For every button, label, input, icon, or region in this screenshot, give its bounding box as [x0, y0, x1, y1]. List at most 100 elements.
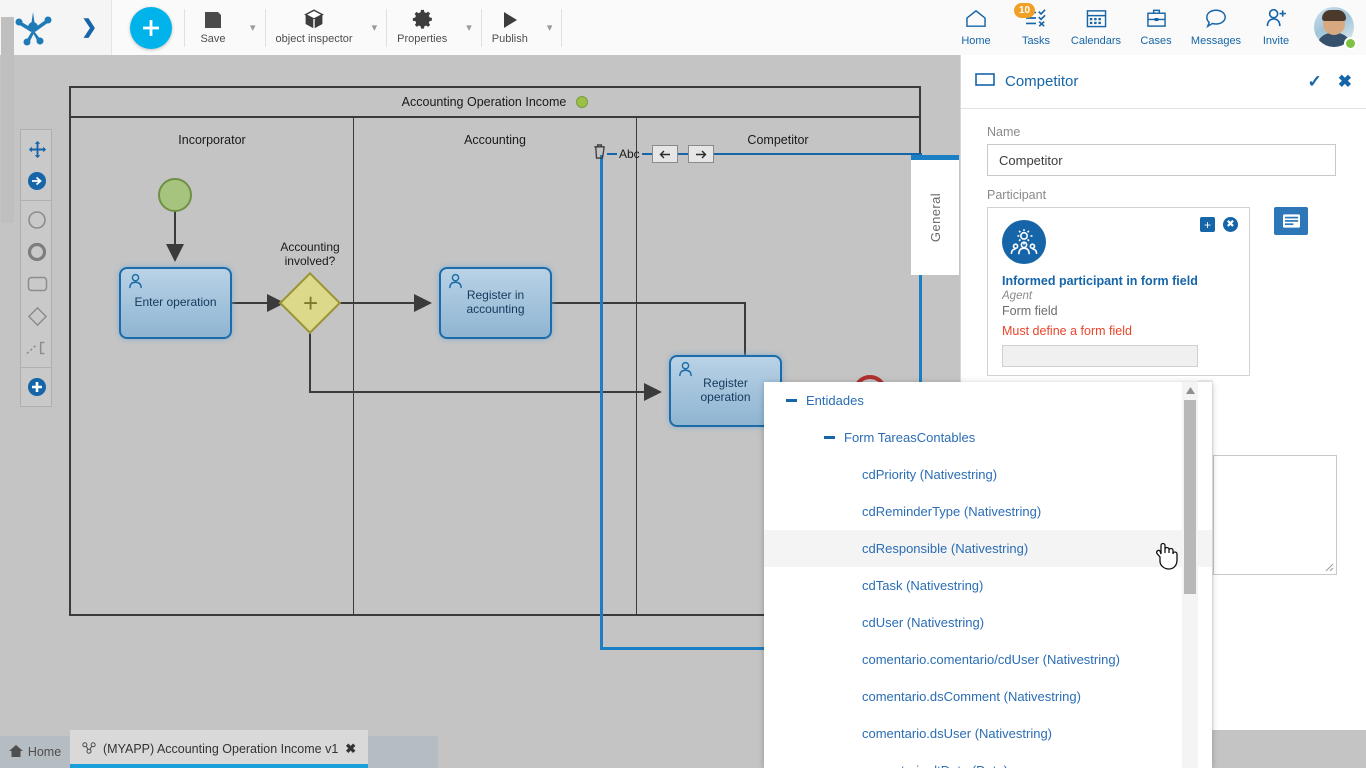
publish-dropdown-caret[interactable]: ▾	[538, 0, 562, 55]
dropdown-item[interactable]: cdReminderType (Nativestring)	[764, 493, 1212, 530]
description-textarea[interactable]	[1213, 455, 1337, 575]
dropdown-item[interactable]: Form TareasContables	[764, 419, 1212, 456]
nav-home[interactable]: Home	[946, 0, 1006, 55]
selection-outline-top	[911, 155, 959, 160]
resize-grip-icon[interactable]	[1323, 561, 1334, 572]
dropdown-item[interactable]: cdResponsible (Nativestring)	[764, 530, 1212, 567]
taskbar-home-button[interactable]: Home	[0, 736, 70, 768]
task-icon[interactable]	[21, 268, 53, 300]
participant-card[interactable]: + ✖ Informed participant in form field A…	[987, 207, 1250, 376]
name-field-block: Name Competitor	[987, 125, 1340, 176]
properties-button[interactable]: Properties	[387, 0, 457, 55]
dropdown-item[interactable]: comentario.dsUser (Nativestring)	[764, 715, 1212, 752]
name-input[interactable]: Competitor	[987, 144, 1336, 176]
object-inspector-button[interactable]: object inspector	[266, 0, 363, 55]
form-field-input[interactable]	[1002, 345, 1198, 367]
close-icon[interactable]: ✖	[1338, 72, 1352, 92]
tree-collapse-toggle-icon[interactable]	[824, 436, 835, 439]
participant-role: Agent	[1002, 290, 1033, 302]
dropdown-scrollbar-thumb[interactable]	[1184, 400, 1196, 594]
panel-body: Name Competitor Participant + ✖ Informed…	[961, 109, 1366, 376]
dropdown-item-label: comentario.comentario/cdUser (Nativestri…	[862, 652, 1120, 667]
lane-incorporator[interactable]: Incorporator	[71, 118, 354, 616]
annotation-icon[interactable]	[21, 332, 53, 364]
dropdown-item[interactable]: comentario.dsComment (Nativestring)	[764, 678, 1212, 715]
nav-cases[interactable]: Cases	[1126, 0, 1186, 55]
taskbar-home-label: Home	[27, 745, 62, 759]
save-dropdown-caret[interactable]: ▾	[241, 0, 265, 55]
toolbar-connector-line	[677, 153, 688, 155]
toolbar-divider	[561, 8, 563, 47]
nav-calendars-label: Calendars	[1070, 35, 1122, 47]
object-inspector-dropdown-caret[interactable]: ▾	[363, 0, 387, 55]
toolbar-connector-line	[713, 153, 922, 155]
gateway-label: Accounting involved?	[265, 240, 355, 269]
tab-general[interactable]: General	[911, 160, 959, 275]
chevron-right-icon[interactable]: ❯	[81, 16, 97, 39]
start-event-icon[interactable]	[21, 204, 53, 236]
nav-messages[interactable]: Messages	[1186, 0, 1246, 55]
avatar[interactable]	[1314, 6, 1357, 50]
sequence-flow-icon[interactable]	[21, 165, 53, 197]
arrow-right-icon[interactable]	[687, 145, 714, 163]
dropdown-item[interactable]: cdPriority (Nativestring)	[764, 456, 1212, 493]
properties-dropdown-caret[interactable]: ▾	[457, 0, 481, 55]
publish-label: Publish	[491, 33, 528, 46]
dropdown-item-label: cdTask (Nativestring)	[862, 578, 984, 593]
publish-button[interactable]: Publish	[482, 0, 538, 55]
start-event[interactable]	[158, 178, 192, 212]
play-icon	[500, 9, 520, 30]
gateway-icon[interactable]	[21, 300, 53, 332]
participant-card-actions: + ✖	[1200, 217, 1238, 232]
nav-tasks[interactable]: 10 Tasks	[1006, 0, 1066, 55]
taskbar-spacer	[368, 736, 439, 768]
form-field-picker-button[interactable]	[1274, 207, 1308, 235]
rename-label[interactable]: Abc	[617, 147, 642, 161]
check-icon[interactable]: ✓	[1308, 72, 1322, 92]
user-plus-icon	[1265, 8, 1288, 33]
bizagi-logo-icon[interactable]	[14, 10, 54, 46]
task-register-in-accounting[interactable]: Register in accounting	[439, 267, 552, 339]
dropdown-scrollbar[interactable]	[1182, 382, 1198, 768]
chat-bubble-icon	[1205, 8, 1227, 33]
dropdown-scroll-up-icon[interactable]	[1182, 382, 1198, 398]
dropdown-item[interactable]: cdUser (Nativestring)	[764, 604, 1212, 641]
dropdown-item-label: cdPriority (Nativestring)	[862, 467, 998, 482]
taskbar-tab-process[interactable]: (MYAPP) Accounting Operation Income v1 ✖	[70, 730, 369, 768]
end-event-icon[interactable]	[21, 236, 53, 268]
add-button[interactable]	[130, 6, 172, 49]
pool-header[interactable]: Accounting Operation Income	[71, 88, 919, 118]
save-button[interactable]: Save	[185, 0, 241, 55]
save-icon	[203, 9, 223, 30]
nav-invite[interactable]: Invite	[1246, 0, 1306, 55]
home-icon	[8, 744, 23, 760]
dropdown-item[interactable]: cdTask (Nativestring)	[764, 567, 1212, 604]
participant-label: Participant	[987, 188, 1047, 202]
nav-invite-label: Invite	[1262, 35, 1290, 47]
move-tool-icon[interactable]	[21, 133, 53, 165]
arrow-left-icon[interactable]	[651, 145, 678, 163]
plus-icon[interactable]: +	[1200, 217, 1215, 232]
taskbar-tab-close-icon[interactable]: ✖	[345, 741, 356, 757]
user-task-icon	[677, 361, 694, 382]
task-enter-operation[interactable]: Enter operation	[119, 267, 232, 339]
dropdown-item-label: cdReminderType (Nativestring)	[862, 504, 1042, 519]
lane-accounting[interactable]: Accounting	[354, 118, 637, 616]
global-nav: Home 10 Tasks Calendars Cases Messages I…	[946, 0, 1366, 55]
remove-icon[interactable]: ✖	[1223, 217, 1238, 232]
toolbar-left-group: ❯	[0, 0, 112, 55]
tree-collapse-toggle-icon[interactable]	[786, 399, 797, 402]
dropdown-item[interactable]: comentario.dtDate (Date)	[764, 752, 1212, 768]
form-field-dropdown[interactable]: Entidades Form TareasContables cdPriority …	[764, 382, 1212, 768]
selection-outline-left	[600, 155, 603, 650]
top-toolbar: ❯ Save ▾ object inspector ▾ Properties ▾…	[0, 0, 1366, 55]
add-element-icon[interactable]	[21, 371, 53, 403]
dropdown-item[interactable]: Entidades	[764, 382, 1212, 419]
process-icon	[82, 741, 96, 757]
dropdown-item[interactable]: comentario.comentario/cdUser (Nativestri…	[764, 641, 1212, 678]
trash-icon[interactable]	[592, 143, 607, 165]
nav-calendars[interactable]: Calendars	[1066, 0, 1126, 55]
gear-icon	[412, 9, 433, 30]
participants-gear-icon	[1002, 220, 1046, 264]
panel-scrollbar-thumb[interactable]	[1, 17, 14, 223]
